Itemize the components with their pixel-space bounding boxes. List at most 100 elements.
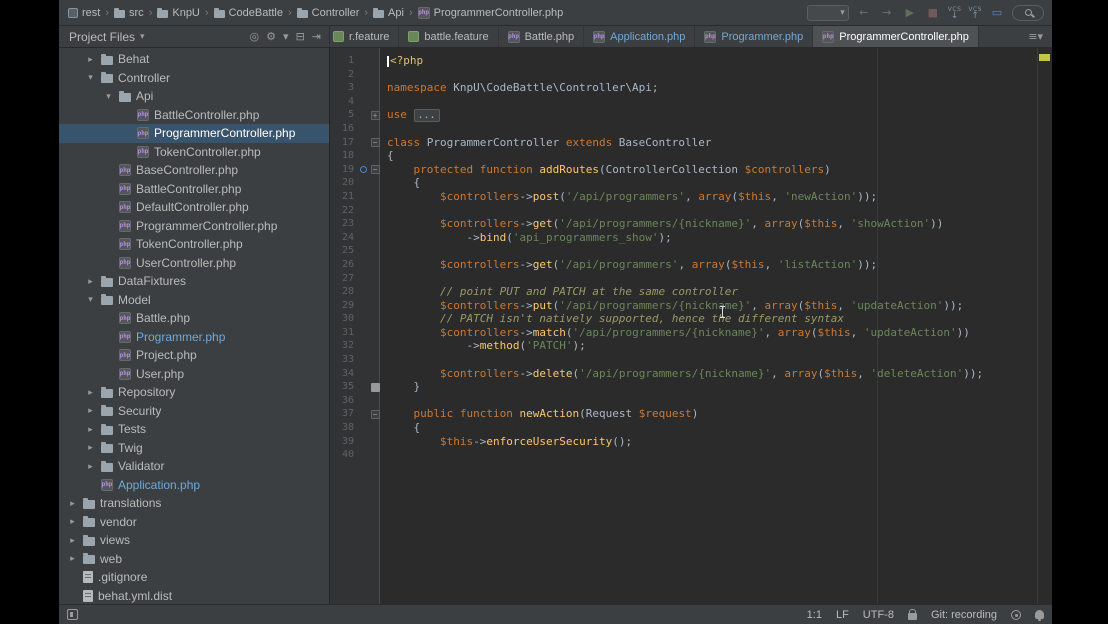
tree-item-TokenController.php[interactable]: TokenController.php xyxy=(59,143,329,162)
lock-icon[interactable] xyxy=(907,609,917,620)
tree-item-UserController.php[interactable]: UserController.php xyxy=(59,254,329,273)
expand-arrow-icon[interactable]: ▸ xyxy=(85,54,96,65)
tree-item-.gitignore[interactable]: .gitignore xyxy=(59,568,329,587)
tree-item-User.php[interactable]: User.php xyxy=(59,365,329,384)
tree-item-behat.yml.dist[interactable]: behat.yml.dist xyxy=(59,587,329,605)
collapse-arrow-icon[interactable]: ▾ xyxy=(103,91,114,102)
code-editor[interactable]: 1 <?php 2 3 namespace KnpU\CodeBattle\Contro… xyxy=(330,48,1052,604)
fold-marker-icon[interactable] xyxy=(370,382,380,392)
code-text[interactable] xyxy=(381,95,1052,109)
highlighting-level-icon[interactable] xyxy=(1011,609,1021,620)
code-text[interactable]: $controllers->get('/api/programmers', ar… xyxy=(381,258,1052,272)
code-text[interactable] xyxy=(381,394,1052,408)
tab-r.feature[interactable]: r.feature xyxy=(330,26,400,47)
override-marker-icon[interactable] xyxy=(360,166,367,174)
fold-marker-icon[interactable]: − xyxy=(370,165,380,175)
run-icon[interactable]: ▶ xyxy=(902,6,918,19)
vcs-update-icon[interactable]: VCS ↓ xyxy=(948,6,962,20)
line-ending-indicator[interactable]: LF xyxy=(836,609,849,621)
tree-item-Repository[interactable]: ▸ Repository xyxy=(59,383,329,402)
stop-icon[interactable]: ■ xyxy=(925,6,941,19)
breadcrumb-item[interactable]: Api xyxy=(370,6,407,20)
tree-item-BattleController.php[interactable]: BattleController.php xyxy=(59,106,329,125)
code-text[interactable]: protected function addRoutes(ControllerC… xyxy=(381,163,1052,177)
tree-item-Controller[interactable]: ▾ Controller xyxy=(59,69,329,88)
fold-marker-icon[interactable]: + xyxy=(370,110,380,120)
project-view-selector[interactable]: Project Files xyxy=(69,30,135,44)
tree-item-ProgrammerController.php[interactable]: ProgrammerController.php xyxy=(59,124,329,143)
tree-item-translations[interactable]: ▸ translations xyxy=(59,494,329,513)
expand-arrow-icon[interactable]: ▸ xyxy=(67,553,78,564)
code-text[interactable]: { xyxy=(381,176,1052,190)
tree-item-Battle.php[interactable]: Battle.php xyxy=(59,309,329,328)
vcs-commit-icon[interactable]: VCS ↑ xyxy=(968,6,982,20)
tree-item-web[interactable]: ▸ web xyxy=(59,550,329,569)
code-text[interactable]: { xyxy=(381,421,1052,435)
tree-item-Model[interactable]: ▾ Model xyxy=(59,291,329,310)
hide-panel-icon[interactable]: ⇥ xyxy=(312,30,321,43)
collapse-arrow-icon[interactable]: ▾ xyxy=(85,72,96,83)
code-text[interactable]: $controllers->get('/api/programmers/{nic… xyxy=(381,217,1052,231)
tree-item-views[interactable]: ▸ views xyxy=(59,531,329,550)
code-text[interactable] xyxy=(381,204,1052,218)
code-text[interactable]: use ... xyxy=(381,108,1052,123)
tree-item-BaseController.php[interactable]: BaseController.php xyxy=(59,161,329,180)
expand-arrow-icon[interactable]: ▸ xyxy=(67,535,78,546)
code-text[interactable]: class ProgrammerController extends BaseC… xyxy=(381,136,1052,150)
tab-ProgrammerController.php[interactable]: ProgrammerController.php xyxy=(813,26,979,47)
breadcrumb-item[interactable]: src xyxy=(111,6,147,20)
code-text[interactable]: // point PUT and PATCH at the same contr… xyxy=(381,285,1052,299)
tree-item-Validator[interactable]: ▸ Validator xyxy=(59,457,329,476)
code-text[interactable]: // PATCH isn't natively supported, hence… xyxy=(381,312,1052,326)
code-text[interactable]: ->bind('api_programmers_show'); xyxy=(381,231,1052,245)
tree-item-BattleController.php[interactable]: BattleController.php xyxy=(59,180,329,199)
error-stripe-scrollbar[interactable] xyxy=(1037,48,1052,604)
expand-arrow-icon[interactable]: ▸ xyxy=(67,498,78,509)
code-text[interactable] xyxy=(381,272,1052,286)
code-text[interactable]: $controllers->post('/api/programmers', a… xyxy=(381,190,1052,204)
code-text[interactable]: $controllers->put('/api/programmers/{nic… xyxy=(381,299,1052,313)
breadcrumb-item[interactable]: rest xyxy=(65,6,103,20)
expand-arrow-icon[interactable]: ▸ xyxy=(85,276,96,287)
fold-marker-icon[interactable]: − xyxy=(370,409,380,419)
code-text[interactable]: { xyxy=(381,149,1052,163)
expand-arrow-icon[interactable]: ▸ xyxy=(85,387,96,398)
tree-item-Project.php[interactable]: Project.php xyxy=(59,346,329,365)
tree-item-Behat[interactable]: ▸ Behat xyxy=(59,50,329,69)
tree-item-Twig[interactable]: ▸ Twig xyxy=(59,439,329,458)
tree-item-Api[interactable]: ▾ Api xyxy=(59,87,329,106)
collapse-all-icon[interactable]: ⊟ xyxy=(296,30,305,43)
code-text[interactable]: ->method('PATCH'); xyxy=(381,339,1052,353)
code-text[interactable]: <?php xyxy=(381,54,1052,68)
tree-item-DefaultController.php[interactable]: DefaultController.php xyxy=(59,198,329,217)
run-config-select[interactable]: ▾ xyxy=(806,4,849,21)
tree-item-ProgrammerController.php[interactable]: ProgrammerController.php xyxy=(59,217,329,236)
locate-icon[interactable]: ◎ xyxy=(250,30,260,43)
expand-arrow-icon[interactable]: ▸ xyxy=(67,516,78,527)
settings-gear-icon[interactable]: ⚙ xyxy=(266,30,276,43)
stripe-warning-marker[interactable] xyxy=(1039,54,1050,61)
code-text[interactable]: } xyxy=(381,380,1052,394)
collapse-arrow-icon[interactable]: ▾ xyxy=(85,294,96,305)
code-text[interactable]: namespace KnpU\CodeBattle\Controller\Api… xyxy=(381,81,1052,95)
code-text[interactable]: public function newAction(Request $reque… xyxy=(381,407,1052,421)
tree-item-Security[interactable]: ▸ Security xyxy=(59,402,329,421)
breadcrumb-item[interactable]: CodeBattle xyxy=(211,6,286,20)
tab-Battle.php[interactable]: Battle.php xyxy=(498,26,585,47)
encoding-indicator[interactable]: UTF-8 xyxy=(863,609,894,621)
notifications-icon[interactable] xyxy=(1035,610,1044,621)
search-icon[interactable] xyxy=(1012,4,1044,21)
code-text[interactable] xyxy=(381,448,1052,462)
forward-arrow-icon[interactable]: → xyxy=(879,6,895,19)
expand-arrow-icon[interactable]: ▸ xyxy=(85,424,96,435)
back-arrow-icon[interactable]: ← xyxy=(856,6,872,19)
breadcrumb-item[interactable]: Controller xyxy=(294,6,363,20)
tree-item-DataFixtures[interactable]: ▸ DataFixtures xyxy=(59,272,329,291)
tab-Application.php[interactable]: Application.php xyxy=(584,26,696,47)
expand-arrow-icon[interactable]: ▸ xyxy=(85,405,96,416)
tree-item-Programmer.php[interactable]: Programmer.php xyxy=(59,328,329,347)
code-text[interactable]: $controllers->delete('/api/programmers/{… xyxy=(381,367,1052,381)
gear-dropdown-icon[interactable]: ▾ xyxy=(283,30,289,43)
expand-arrow-icon[interactable]: ▸ xyxy=(85,442,96,453)
caret-position[interactable]: 1:1 xyxy=(807,609,822,621)
